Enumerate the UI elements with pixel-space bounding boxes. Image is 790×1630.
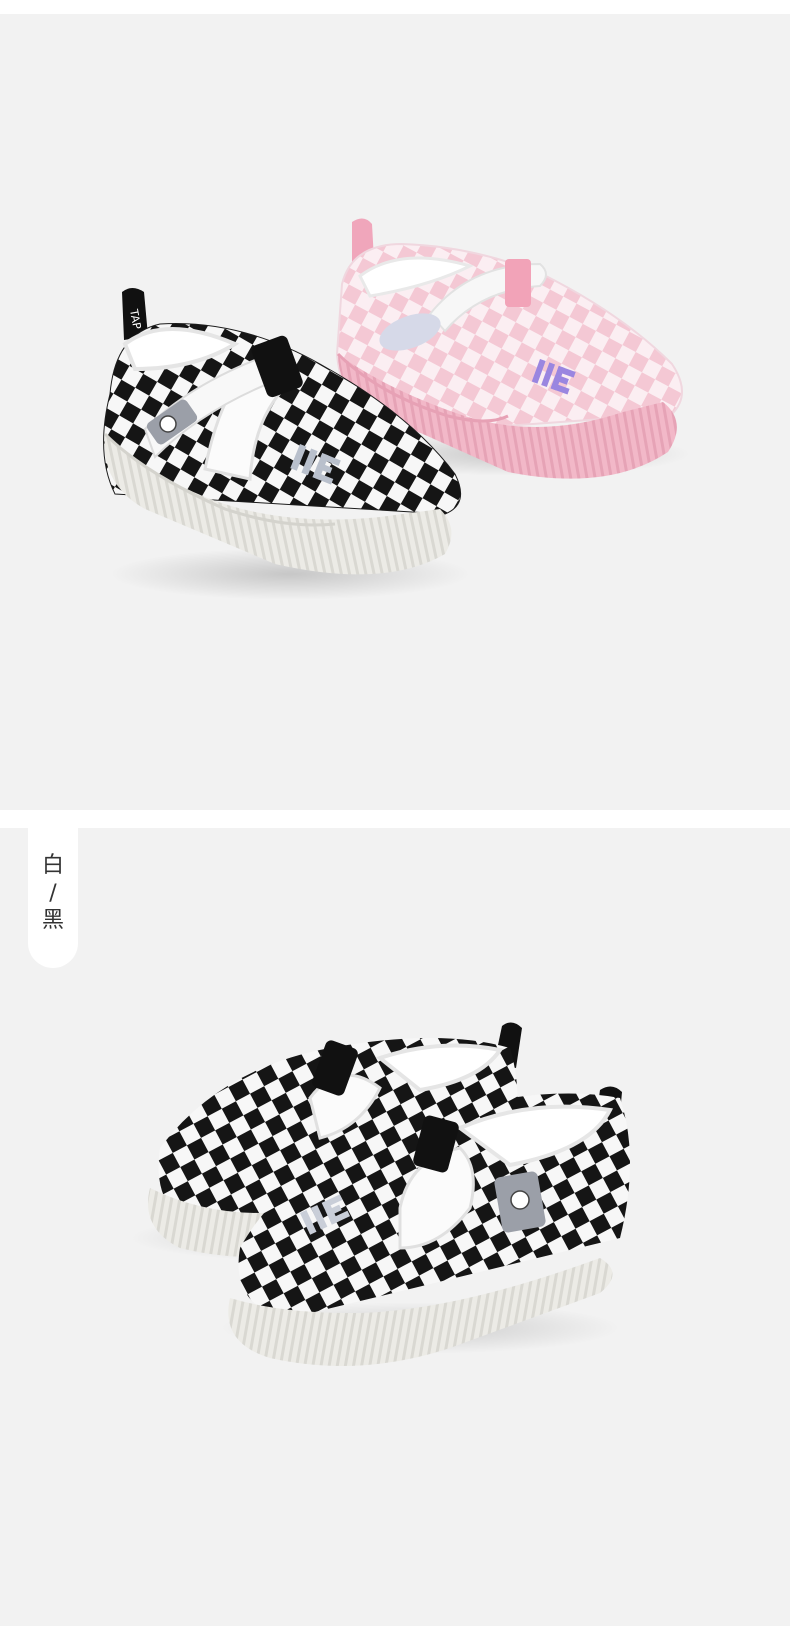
product-photo-bottom: 白 / 黑 — [0, 828, 790, 1626]
product-photo-top: TAP — [0, 14, 790, 810]
